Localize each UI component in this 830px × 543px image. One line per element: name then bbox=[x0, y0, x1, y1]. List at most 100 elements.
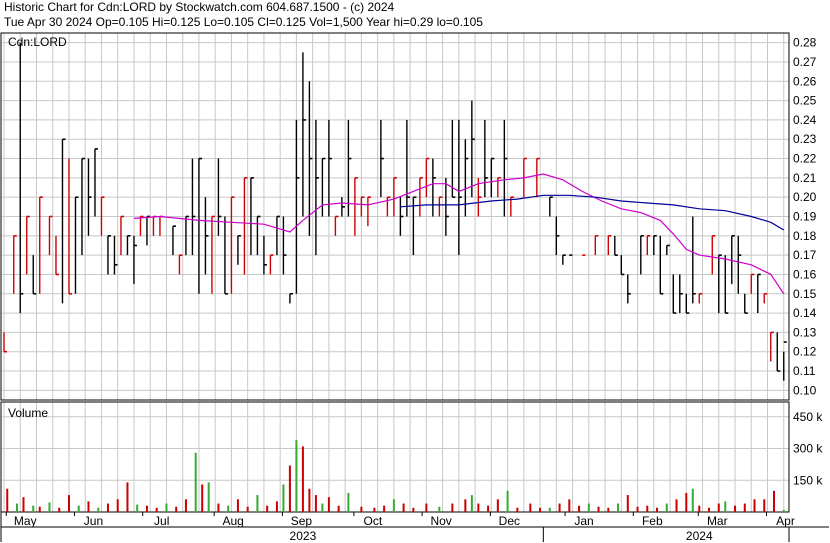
volume-bar bbox=[724, 501, 727, 512]
volume-bar bbox=[626, 495, 629, 512]
ohlc-bar bbox=[39, 196, 43, 294]
ohlc-bar bbox=[432, 158, 436, 217]
ohlc-bar bbox=[679, 274, 683, 314]
volume-bar bbox=[691, 488, 694, 512]
price-tick-label: 0.10 bbox=[793, 383, 817, 397]
volume-bar bbox=[539, 507, 542, 512]
ohlc-bar bbox=[685, 293, 690, 314]
price-tick-label: 0.15 bbox=[793, 287, 817, 301]
ohlc-bar bbox=[607, 235, 612, 256]
ohlc-bar bbox=[74, 196, 79, 294]
ohlc-bar bbox=[763, 292, 768, 304]
price-tick-label: 0.17 bbox=[793, 248, 817, 262]
volume-bar bbox=[282, 484, 285, 512]
volume-bar bbox=[126, 482, 129, 512]
volume-bar bbox=[301, 446, 304, 512]
ohlc-bar bbox=[399, 197, 404, 236]
volume-bar bbox=[236, 499, 239, 512]
ohlc-bar bbox=[139, 215, 144, 236]
price-tick-label: 0.28 bbox=[793, 36, 817, 50]
price-tick-label: 0.20 bbox=[793, 190, 817, 204]
year-label: 2024 bbox=[686, 529, 713, 543]
volume-bar bbox=[165, 503, 168, 512]
price-bars bbox=[3, 42, 787, 381]
ohlc-bar bbox=[3, 332, 7, 353]
volume-bar bbox=[451, 503, 454, 512]
month-label: Apr bbox=[776, 514, 795, 528]
volume-bar bbox=[207, 482, 210, 512]
volume-bar bbox=[470, 495, 473, 512]
volume-tick-label: 450 k bbox=[793, 410, 823, 424]
volume-bar bbox=[516, 507, 519, 512]
ohlc-bar bbox=[614, 235, 618, 256]
ohlc-bar bbox=[347, 119, 352, 217]
month-label: Dec bbox=[499, 514, 520, 528]
ohlc-bar bbox=[438, 196, 443, 217]
ohlc-bar bbox=[81, 157, 85, 256]
grid-lines bbox=[2, 33, 789, 512]
volume-bar bbox=[773, 490, 776, 512]
volume-bar bbox=[617, 503, 620, 512]
ohlc-bar bbox=[61, 138, 66, 304]
price-tick-label: 0.14 bbox=[793, 306, 817, 320]
volume-bars bbox=[6, 440, 785, 512]
volume-bar bbox=[548, 507, 551, 512]
volume-bar bbox=[392, 499, 395, 512]
ohlc-bar bbox=[237, 235, 241, 265]
volume-bar bbox=[116, 499, 119, 512]
volume-bar bbox=[38, 506, 41, 512]
volume-bar bbox=[145, 505, 148, 512]
volume-bar bbox=[97, 507, 100, 512]
volume-bar bbox=[636, 506, 639, 512]
volume-bar bbox=[15, 503, 18, 512]
ohlc-bar bbox=[503, 119, 508, 217]
ohlc-bar bbox=[458, 119, 462, 256]
volume-bar bbox=[58, 507, 61, 512]
price-tick-label: 0.22 bbox=[793, 152, 817, 166]
volume-bar bbox=[227, 505, 230, 512]
price-tick-label: 0.27 bbox=[793, 55, 817, 69]
ohlc-bar bbox=[68, 158, 72, 295]
volume-bar bbox=[275, 501, 278, 512]
ohlc-bar bbox=[243, 177, 248, 275]
volume-bar bbox=[360, 506, 363, 512]
ohlc-bar bbox=[341, 197, 345, 217]
volume-bar bbox=[529, 503, 532, 512]
ohlc-bar bbox=[666, 244, 670, 256]
long-moving-average-line bbox=[400, 194, 785, 231]
volume-bar bbox=[402, 503, 405, 512]
ohlc-bar bbox=[26, 215, 30, 275]
ohlc-bar bbox=[724, 255, 729, 314]
month-label: Aug bbox=[222, 514, 243, 528]
price-tick-label: 0.11 bbox=[793, 364, 816, 378]
volume-bar bbox=[321, 503, 324, 512]
symbol-label: Cdn:LORD bbox=[8, 35, 67, 49]
ohlc-bar bbox=[620, 255, 625, 276]
ohlc-bar bbox=[445, 177, 449, 236]
volume-bar bbox=[506, 490, 509, 512]
price-tick-label: 0.18 bbox=[793, 229, 817, 243]
volume-bar bbox=[288, 465, 291, 512]
volume-bar bbox=[753, 499, 756, 512]
volume-bar bbox=[698, 505, 701, 512]
ohlc-bar bbox=[198, 157, 202, 294]
ohlc-bar bbox=[152, 215, 157, 236]
ohlc-bar bbox=[360, 196, 365, 217]
price-tick-label: 0.23 bbox=[793, 132, 817, 146]
volume-bar bbox=[266, 505, 269, 512]
price-tick-label: 0.26 bbox=[793, 74, 817, 88]
volume-bar bbox=[685, 492, 688, 512]
stock-chart: Historic Chart for Cdn:LORD by Stockwatc… bbox=[0, 0, 830, 543]
price-tick-label: 0.13 bbox=[793, 325, 817, 339]
volume-bar bbox=[782, 509, 785, 512]
volume-bar bbox=[597, 506, 600, 512]
ohlc-bar bbox=[555, 216, 560, 256]
ohlc-bar bbox=[315, 119, 319, 256]
ohlc-bar bbox=[302, 52, 306, 217]
price-tick-label: 0.12 bbox=[793, 345, 817, 359]
price-tick-label: 0.19 bbox=[793, 210, 817, 224]
ohlc-bar bbox=[653, 235, 657, 256]
month-label: Nov bbox=[430, 514, 451, 528]
ohlc-bar bbox=[178, 254, 183, 275]
ohlc-bar bbox=[126, 235, 131, 256]
